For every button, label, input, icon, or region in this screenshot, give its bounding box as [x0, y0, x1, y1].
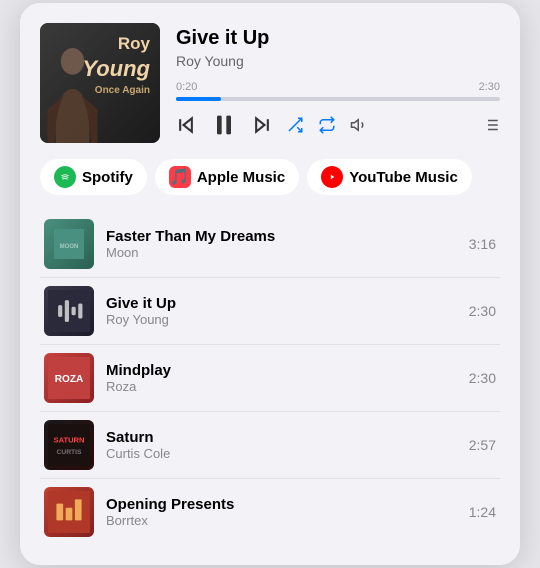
queue-button[interactable]: [482, 116, 500, 134]
apple-music-icon: 🎵: [169, 166, 191, 188]
album-title-line1: Roy: [82, 33, 150, 55]
album-art: Roy Young Once Again: [40, 23, 160, 143]
total-time: 2:30: [479, 81, 500, 93]
playlist-duration-5: 1:24: [469, 504, 496, 520]
album-title-line2: Young: [82, 55, 150, 84]
now-playing-section: Roy Young Once Again Give it Up Roy Youn…: [40, 23, 500, 143]
rewind-button[interactable]: [176, 115, 196, 135]
svg-text:ROZA: ROZA: [55, 374, 84, 385]
forward-button[interactable]: [252, 115, 272, 135]
progress-times: 0:20 2:30: [176, 81, 500, 93]
youtube-music-tab-label: YouTube Music: [349, 169, 458, 186]
playlist: MOON Faster Than My Dreams Moon 3:16: [40, 211, 500, 545]
playlist-item-4[interactable]: SATURN CURTIS Saturn Curtis Cole 2:57: [40, 412, 500, 479]
track-info: Give it Up Roy Young 0:20 2:30: [176, 23, 500, 143]
music-player-widget: Roy Young Once Again Give it Up Roy Youn…: [20, 3, 520, 565]
playlist-title-4: Saturn: [106, 429, 457, 446]
track-artist: Roy Young: [176, 53, 500, 69]
current-time: 0:20: [176, 81, 197, 93]
playlist-title-1: Faster Than My Dreams: [106, 228, 457, 245]
playlist-item-2[interactable]: Give it Up Roy Young 2:30: [40, 278, 500, 345]
album-text: Roy Young Once Again: [82, 33, 150, 97]
album-title-line3: Once Again: [82, 84, 150, 97]
playlist-artist-2: Roy Young: [106, 312, 457, 327]
playlist-item-1[interactable]: MOON Faster Than My Dreams Moon 3:16: [40, 211, 500, 278]
svg-text:SATURN: SATURN: [54, 435, 85, 444]
playlist-meta-4: Saturn Curtis Cole: [106, 429, 457, 461]
playlist-thumb-5: [44, 487, 94, 537]
svg-text:MOON: MOON: [60, 244, 79, 250]
playlist-meta-2: Give it Up Roy Young: [106, 295, 457, 327]
playlist-title-3: Mindplay: [106, 362, 457, 379]
progress-bar-fill: [176, 97, 221, 101]
playlist-item-3[interactable]: ROZA Mindplay Roza 2:30: [40, 345, 500, 412]
progress-container: 0:20 2:30: [176, 81, 500, 101]
tab-apple-music[interactable]: 🎵 Apple Music: [155, 159, 299, 195]
volume-button[interactable]: [350, 116, 368, 134]
apple-music-tab-label: Apple Music: [197, 169, 285, 186]
shuffle-button[interactable]: [286, 116, 304, 134]
playlist-thumb-4: SATURN CURTIS: [44, 420, 94, 470]
playlist-duration-1: 3:16: [469, 236, 496, 252]
service-tabs: Spotify 🎵 Apple Music YouTube Music: [40, 159, 500, 195]
spotify-icon: [54, 166, 76, 188]
playlist-meta-5: Opening Presents Borrtex: [106, 496, 457, 528]
playlist-duration-4: 2:57: [469, 437, 496, 453]
playlist-title-5: Opening Presents: [106, 496, 457, 513]
track-title: Give it Up: [176, 27, 500, 50]
playlist-duration-3: 2:30: [469, 370, 496, 386]
playlist-thumb-1: MOON: [44, 219, 94, 269]
play-pause-button[interactable]: [210, 111, 238, 139]
playlist-duration-2: 2:30: [469, 303, 496, 319]
playlist-title-2: Give it Up: [106, 295, 457, 312]
spotify-tab-label: Spotify: [82, 169, 133, 186]
tab-youtube-music[interactable]: YouTube Music: [307, 159, 472, 195]
repeat-button[interactable]: [318, 116, 336, 134]
playlist-item-5[interactable]: Opening Presents Borrtex 1:24: [40, 479, 500, 545]
svg-text:CURTIS: CURTIS: [56, 449, 82, 456]
playlist-thumb-2: [44, 286, 94, 336]
playlist-thumb-3: ROZA: [44, 353, 94, 403]
playlist-meta-1: Faster Than My Dreams Moon: [106, 228, 457, 260]
playlist-meta-3: Mindplay Roza: [106, 362, 457, 394]
playlist-artist-3: Roza: [106, 379, 457, 394]
progress-bar-background[interactable]: [176, 97, 500, 101]
tab-spotify[interactable]: Spotify: [40, 159, 147, 195]
playlist-artist-5: Borrtex: [106, 513, 457, 528]
playback-controls: [176, 111, 500, 139]
playlist-artist-1: Moon: [106, 245, 457, 260]
playlist-artist-4: Curtis Cole: [106, 446, 457, 461]
youtube-music-icon: [321, 166, 343, 188]
